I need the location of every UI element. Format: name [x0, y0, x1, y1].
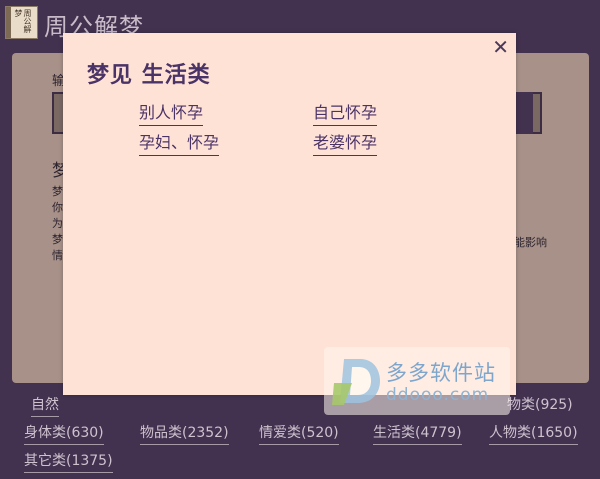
category-link-life[interactable]: 生活类(4779) [373, 422, 462, 445]
category-link-items[interactable]: 物品类(2352) [140, 422, 229, 445]
site-watermark: 多多软件站 ddooo.com [324, 347, 510, 415]
watermark-text-en: ddooo.com [386, 385, 490, 405]
watermark-text-cn: 多多软件站 [386, 361, 496, 385]
logo-text: 周公解梦 [14, 9, 32, 33]
category-link-people[interactable]: 人物类(1650) [489, 422, 578, 445]
dream-link[interactable]: 别人怀孕 [139, 99, 204, 126]
category-link-objects[interactable]: 物类(925) [507, 394, 573, 416]
app-logo: 周公解梦 [5, 6, 38, 39]
category-link-nature[interactable]: 自然 [31, 394, 59, 417]
logo-spine [6, 7, 11, 38]
search-button[interactable] [515, 92, 533, 134]
modal-title: 梦见 生活类 [87, 63, 211, 88]
dream-link[interactable]: 孕妇、怀孕 [139, 129, 220, 156]
category-modal: ✕ 梦见 生活类 别人怀孕 自己怀孕 孕妇、怀孕 老婆怀孕 [63, 33, 516, 395]
close-icon[interactable]: ✕ [492, 37, 509, 57]
category-link-body[interactable]: 身体类(630) [24, 422, 104, 445]
ddooo-logo-icon [332, 359, 380, 405]
category-link-other[interactable]: 其它类(1375) [24, 450, 113, 473]
result-text-right: 能影响 [514, 236, 547, 249]
dream-link[interactable]: 老婆怀孕 [313, 129, 378, 156]
category-link-love[interactable]: 情爱类(520) [259, 422, 339, 445]
dream-link[interactable]: 自己怀孕 [313, 99, 378, 126]
